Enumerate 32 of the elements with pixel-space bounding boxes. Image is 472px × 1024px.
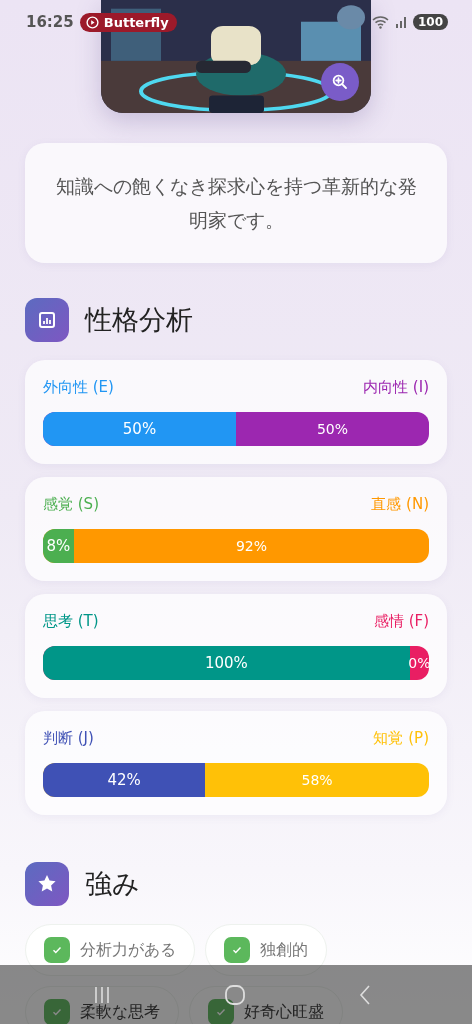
- trait-label: 内向性 (I): [363, 378, 429, 398]
- percent-text: 50%: [316, 421, 349, 437]
- trait-label: 知覚 (P): [373, 729, 429, 749]
- zoom-in-icon: [331, 73, 349, 91]
- wifi-icon: [371, 15, 389, 29]
- signal-icon: [394, 16, 407, 28]
- trait-label: 感情 (F): [373, 612, 429, 632]
- description-text: 知識への飽くなき探求心を持つ革新的な発明家です。: [55, 174, 417, 233]
- trait-label: 思考 (T): [43, 612, 99, 632]
- percent-text: 42%: [107, 771, 141, 789]
- trait-label: 判断 (J): [43, 729, 94, 749]
- strength-label: 好奇心旺盛: [244, 1001, 324, 1023]
- strength-label: 独創的: [260, 939, 308, 961]
- percent-text: 50%: [122, 420, 157, 438]
- percent-text: 58%: [301, 772, 333, 788]
- chart-icon: [25, 298, 69, 342]
- trait-label: 直感 (N): [371, 495, 429, 515]
- strength-label: 分析力がある: [80, 939, 176, 961]
- play-icon: [85, 15, 99, 29]
- percent-text: 92%: [235, 538, 267, 554]
- percent-text: 8%: [46, 537, 71, 555]
- strength-label: 柔軟な思考: [80, 1001, 160, 1023]
- section-title: 性格分析: [85, 303, 193, 337]
- back-icon[interactable]: [358, 983, 372, 1006]
- trait-label: 外向性 (E): [43, 378, 114, 398]
- recording-app-name: Butterfly: [103, 14, 169, 30]
- home-icon[interactable]: [224, 983, 246, 1006]
- status-time: 16:25: [26, 13, 74, 31]
- section-title: 強み: [85, 867, 140, 901]
- trait-label: 感覚 (S): [43, 495, 99, 515]
- battery-level: 100: [412, 14, 448, 30]
- percent-text: 100%: [204, 654, 248, 672]
